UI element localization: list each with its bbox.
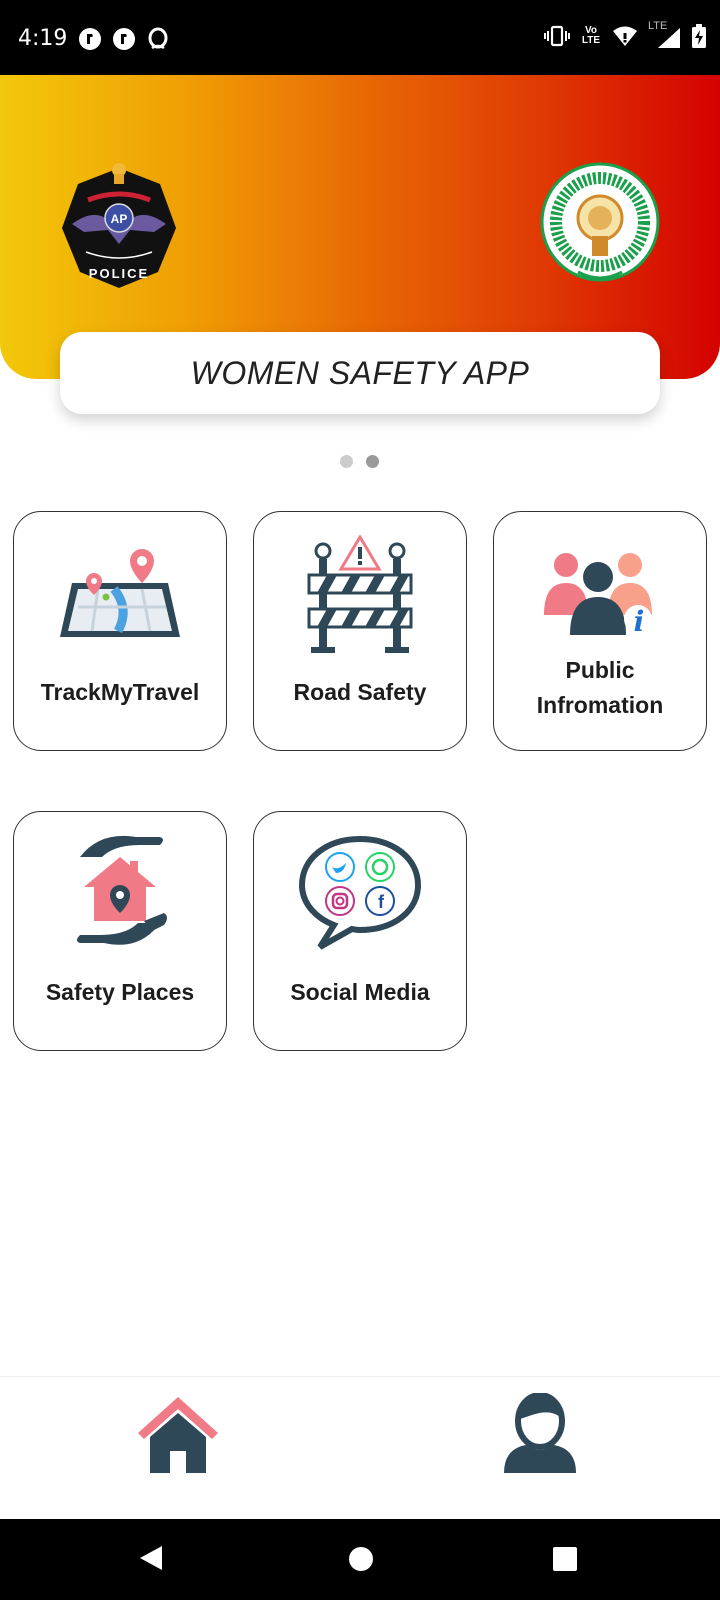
tile-social-media[interactable]: f Social Media	[253, 811, 467, 1051]
carousel-indicator	[340, 455, 379, 468]
wifi-icon	[613, 26, 637, 46]
home-icon[interactable]	[136, 1393, 220, 1477]
svg-text:f: f	[378, 892, 385, 912]
tile-label-line-2: Infromation	[536, 692, 664, 718]
tile-label: Social Media	[290, 979, 430, 1005]
profile-icon[interactable]	[502, 1393, 578, 1477]
app-title: WOMEN SAFETY APP	[190, 354, 530, 391]
tile-label-line-1: Public	[565, 657, 635, 683]
lte-signal-icon: LTE	[648, 20, 682, 48]
notification-icon	[79, 28, 101, 50]
home-button[interactable]	[348, 1546, 374, 1572]
svg-text:i: i	[634, 605, 645, 638]
status-bar: 4:19 Vo LTE LTE	[0, 0, 720, 75]
carousel-dot-1[interactable]	[340, 455, 353, 468]
carousel-dot-2[interactable]	[366, 455, 379, 468]
barricade-icon	[307, 535, 413, 653]
andhra-pradesh-emblem	[540, 162, 660, 282]
tile-label: TrackMyTravel	[40, 679, 200, 705]
safe-home-icon	[77, 835, 167, 945]
tile-public-information[interactable]: i Public Infromation	[493, 511, 707, 751]
ap-police-logo: AP POLICE	[62, 163, 176, 288]
svg-text:POLICE: POLICE	[89, 266, 149, 281]
status-notification-icons	[78, 27, 170, 51]
map-pin-icon	[60, 549, 180, 637]
status-system-icons: Vo LTE LTE	[544, 20, 706, 48]
bottom-navigation	[0, 1376, 720, 1519]
tile-track-my-travel[interactable]: TrackMyTravel	[13, 511, 227, 751]
tile-label: Safety Places	[45, 979, 195, 1005]
opera-icon	[148, 27, 168, 50]
tile-safety-places[interactable]: Safety Places	[13, 811, 227, 1051]
public-info-icon: i	[544, 553, 652, 638]
app-title-card: WOMEN SAFETY APP	[60, 332, 660, 414]
back-button[interactable]	[138, 1544, 164, 1572]
volte-icon: Vo LTE	[581, 25, 601, 46]
notification-icon	[113, 28, 135, 50]
tile-label: Road Safety	[293, 679, 427, 705]
vibrate-icon	[544, 25, 570, 47]
tile-road-safety[interactable]: Road Safety	[253, 511, 467, 751]
svg-text:AP: AP	[111, 212, 128, 226]
recents-button[interactable]	[553, 1547, 577, 1571]
social-media-icon: f	[298, 835, 422, 950]
system-navigation-bar	[0, 1519, 720, 1600]
battery-charging-icon	[692, 24, 706, 48]
status-time: 4:19	[18, 26, 68, 51]
